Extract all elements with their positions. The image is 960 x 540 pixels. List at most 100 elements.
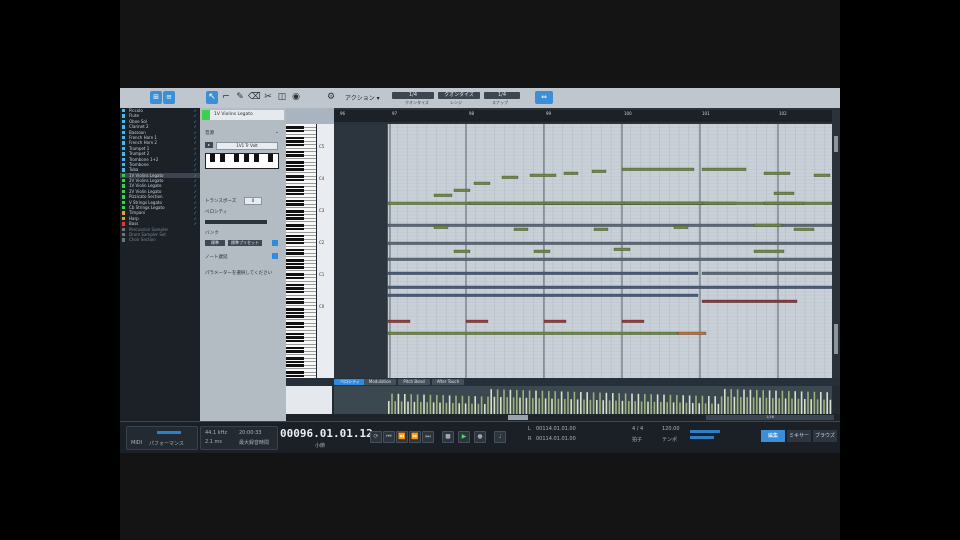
velocity-bar[interactable] (752, 397, 755, 414)
velocity-bar[interactable] (388, 401, 390, 414)
black-key[interactable] (286, 287, 304, 290)
velocity-bar[interactable] (704, 403, 707, 414)
velocity-bar[interactable] (762, 390, 764, 414)
black-key[interactable] (286, 164, 304, 168)
black-key[interactable] (286, 126, 304, 129)
midi-note[interactable] (613, 247, 631, 251)
black-key[interactable] (286, 364, 304, 367)
velocity-bar[interactable] (772, 398, 774, 414)
midi-note[interactable] (621, 319, 645, 323)
velocity-bar[interactable] (720, 396, 723, 414)
velocity-bar[interactable] (586, 392, 588, 414)
velocity-bar[interactable] (496, 389, 499, 414)
velocity-bar[interactable] (631, 393, 633, 414)
velocity-bar[interactable] (778, 398, 780, 414)
black-key[interactable] (286, 252, 304, 255)
velocity-bar[interactable] (391, 393, 393, 414)
midi-note[interactable] (773, 191, 795, 195)
velocity-bar[interactable] (560, 391, 563, 414)
play-icon[interactable]: ▶ (458, 431, 470, 443)
black-key[interactable] (286, 213, 304, 217)
black-key[interactable] (286, 301, 304, 304)
velocity-bar[interactable] (554, 391, 556, 414)
velocity-bar[interactable] (688, 395, 691, 414)
quantize-select[interactable]: 1/4 (392, 92, 434, 99)
velocity-bar[interactable] (455, 395, 457, 414)
black-key[interactable] (286, 262, 304, 266)
midi-note[interactable] (763, 201, 805, 205)
velocity-bar[interactable] (573, 391, 576, 414)
velocity-bar[interactable] (637, 393, 640, 414)
black-key[interactable] (286, 175, 304, 178)
midi-note[interactable] (793, 227, 815, 231)
collapse-icon[interactable]: ⌄ (275, 130, 279, 135)
velocity-bar[interactable] (810, 399, 812, 414)
velocity-bar[interactable] (567, 391, 569, 414)
velocity-bar[interactable] (442, 395, 444, 414)
velocity-bar[interactable] (656, 394, 659, 414)
midi-note[interactable] (701, 299, 798, 303)
black-key[interactable] (286, 360, 304, 364)
split-tool-icon[interactable]: ✂ (262, 91, 274, 104)
black-key[interactable] (286, 238, 304, 241)
velocity-bar[interactable] (394, 401, 396, 414)
velocity-bar[interactable] (468, 396, 470, 414)
black-key[interactable] (286, 336, 304, 339)
black-key[interactable] (286, 241, 304, 245)
velocity-bar[interactable] (416, 394, 419, 414)
grid-view-icon[interactable]: ⊞ (150, 91, 162, 104)
automation-tab[interactable]: Modulation (364, 379, 396, 385)
note-grid[interactable] (334, 124, 832, 378)
velocity-bar[interactable] (682, 395, 684, 414)
velocity-bar[interactable] (477, 403, 480, 414)
midi-note[interactable] (673, 225, 689, 229)
velocity-bar[interactable] (749, 389, 752, 414)
preset-toggle[interactable] (272, 240, 278, 246)
horizontal-scrollbar[interactable]: 1/16 (286, 414, 840, 421)
velocity-bar[interactable] (816, 399, 819, 414)
velocity-bar[interactable] (794, 391, 796, 414)
range-tool-icon[interactable]: ⌐ (220, 91, 232, 104)
black-key[interactable] (286, 325, 304, 329)
preset-field[interactable]: 標準プリセット (228, 240, 262, 246)
black-key[interactable] (286, 210, 304, 213)
rewind-icon[interactable]: ⏪ (396, 431, 408, 443)
black-key[interactable] (286, 178, 304, 182)
midi-note[interactable] (543, 319, 567, 323)
black-key[interactable] (286, 199, 304, 203)
black-key[interactable] (286, 143, 304, 147)
velocity-bar[interactable] (583, 399, 585, 414)
velocity-bar[interactable] (420, 402, 422, 414)
tempo-value[interactable]: 120.00 (662, 426, 680, 432)
action-gear-icon[interactable]: ⚙ (325, 91, 337, 104)
velocity-bar[interactable] (759, 397, 761, 414)
black-key[interactable] (286, 315, 304, 318)
list-view-icon[interactable]: ≡ (163, 91, 175, 104)
velocity-bar[interactable] (448, 395, 451, 414)
velocity-bar[interactable] (692, 403, 694, 414)
velocity-bar[interactable] (669, 394, 672, 414)
velocity-bar[interactable] (503, 389, 505, 414)
black-key[interactable] (286, 332, 304, 336)
velocity-bar[interactable] (452, 403, 454, 414)
black-key[interactable] (286, 350, 304, 353)
velocity-bar[interactable] (807, 391, 809, 414)
automation-tab[interactable]: Pitch Bend (398, 379, 430, 385)
transpose-field[interactable]: 0 (244, 197, 262, 205)
velocity-bar[interactable] (823, 399, 825, 414)
midi-note[interactable] (529, 173, 557, 177)
end-icon[interactable]: ⏭ (422, 431, 434, 443)
automation-tab[interactable]: ベロシティ (334, 379, 366, 385)
return-zero-icon[interactable]: ⏮ (383, 431, 395, 443)
velocity-bar[interactable] (746, 397, 748, 414)
velocity-bar[interactable] (714, 396, 716, 414)
velocity-bar[interactable] (775, 390, 777, 414)
velocity-bar[interactable] (650, 394, 652, 414)
velocity-bar[interactable] (640, 401, 643, 414)
midi-note[interactable] (513, 227, 529, 231)
arrow-tool-icon[interactable]: ↖ (206, 91, 218, 104)
ruler-bar[interactable]: 96 97 98 99 100 101 102 (334, 110, 832, 122)
velocity-bar[interactable] (695, 395, 697, 414)
timeline-ruler[interactable]: 96 97 98 99 100 101 102 (286, 108, 840, 124)
black-key[interactable] (286, 224, 304, 227)
